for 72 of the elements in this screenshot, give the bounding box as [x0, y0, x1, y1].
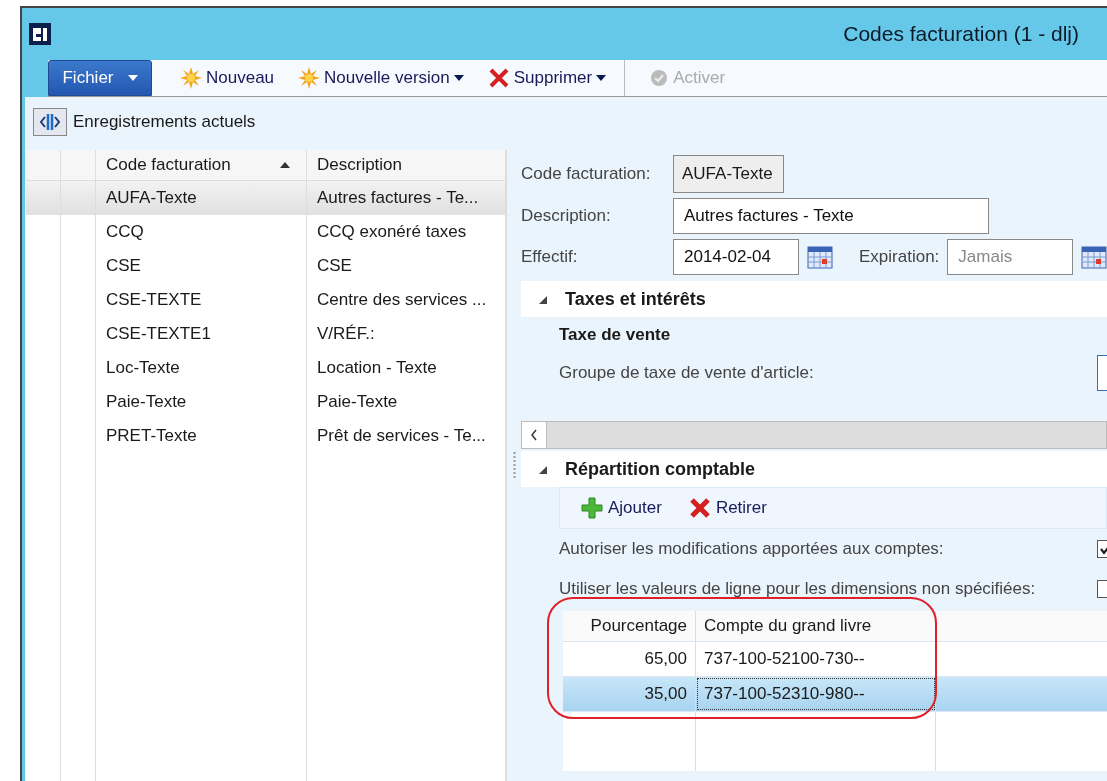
- calendar-icon[interactable]: [807, 245, 833, 269]
- record-row[interactable]: CSE CSE: [26, 249, 506, 283]
- group-title: Taxe de vente: [559, 324, 672, 346]
- record-row[interactable]: Paie-Texte Paie-Texte: [26, 385, 506, 419]
- sun-icon: [180, 67, 202, 89]
- table-cell: PRET-Texte: [96, 419, 307, 453]
- scroll-left-icon[interactable]: [530, 429, 538, 441]
- cross-icon: [687, 496, 712, 520]
- record-row[interactable]: CCQ CCQ exonéré taxes: [26, 215, 506, 249]
- record-row[interactable]: CSE-TEXTE Centre des services ...: [26, 283, 506, 317]
- table-cell: CSE: [96, 249, 307, 283]
- toolbar-button[interactable]: Nouvelle version: [288, 63, 474, 93]
- record-row[interactable]: Loc-Texte Location - Texte: [26, 351, 506, 385]
- record-row[interactable]: PRET-Texte Prêt de services - Te...: [26, 419, 506, 453]
- action-button[interactable]: Retirer: [687, 496, 767, 520]
- file-menu-button[interactable]: Fichier: [48, 60, 152, 96]
- collapse-icon: [537, 464, 547, 474]
- table-cell: AUFA-Texte: [96, 181, 307, 215]
- collapse-icon: [537, 294, 547, 304]
- field-label: Expiration:: [859, 247, 940, 267]
- split-arrows-icon: [39, 113, 61, 131]
- distribution-row[interactable]: 35,00 737-100-52310-980--: [563, 677, 1107, 712]
- description-field[interactable]: Autres factures - Texte: [673, 198, 989, 234]
- toolbar-button[interactable]: Supprimer: [477, 63, 617, 93]
- pane-toggle-button[interactable]: [33, 108, 67, 136]
- caret-icon: [127, 75, 138, 81]
- table-cell: Loc-Texte: [96, 351, 307, 385]
- app-logo-icon: [29, 23, 51, 45]
- view-label: Enregistrements actuels: [73, 112, 256, 132]
- record-row[interactable]: CSE-TEXTE1 V/RÉF.:: [26, 317, 506, 351]
- field-label: Effectif:: [521, 247, 579, 267]
- table-cell: Centre des services ...: [307, 283, 506, 317]
- field-label: Description:: [521, 206, 612, 226]
- toolbar-button[interactable]: Nouveau: [170, 63, 285, 93]
- column-header[interactable]: Pourcentage: [563, 611, 696, 641]
- horizontal-scrollbar[interactable]: [521, 421, 1107, 449]
- table-cell: Autres factures - Te...: [307, 181, 506, 215]
- date-field[interactable]: Jamais: [947, 239, 1074, 275]
- date-field[interactable]: 2014-02-04: [673, 239, 799, 275]
- column-header[interactable]: Description: [307, 150, 506, 180]
- cross-icon: [487, 67, 510, 89]
- table-cell: CSE-TEXTE1: [96, 317, 307, 351]
- calendar-icon[interactable]: [1081, 245, 1107, 269]
- table-cell: Paie-Texte: [96, 385, 307, 419]
- table-cell: CCQ exonéré taxes: [307, 215, 506, 249]
- table-cell: CSE-TEXTE: [96, 283, 307, 317]
- column-header[interactable]: Compte du grand livre: [696, 611, 936, 641]
- table-cell: V/RÉF.:: [307, 317, 506, 351]
- table-cell: CSE: [307, 249, 506, 283]
- option-label: Utiliser les valeurs de ligne pour les dimensions non spécifiées:: [559, 579, 1036, 599]
- window-title: Codes facturation (1 - dlj): [843, 22, 1079, 46]
- table-cell: 737-100-52100-730--: [696, 642, 936, 676]
- section-header[interactable]: Taxes et intérêts: [521, 281, 1107, 317]
- plus-icon: [580, 496, 604, 520]
- option-label: Autoriser les modifications apportées aux comptes:: [559, 539, 944, 559]
- table-cell: 737-100-52310-980--: [696, 677, 936, 711]
- field-label: Groupe de taxe de vente d'article:: [559, 363, 814, 383]
- table-cell: 65,00: [563, 642, 696, 676]
- column-header[interactable]: Code facturation: [96, 150, 307, 180]
- sun-icon: [298, 67, 321, 89]
- field-label: Code facturation:: [521, 164, 652, 184]
- record-row[interactable]: AUFA-Texte Autres factures - Te...: [26, 181, 506, 215]
- table-cell: Location - Texte: [307, 351, 506, 385]
- table-cell: Prêt de services - Te...: [307, 419, 506, 453]
- splitter-grip-icon[interactable]: [512, 452, 516, 478]
- action-button[interactable]: Ajouter: [580, 496, 662, 520]
- table-cell: 35,00: [563, 677, 696, 711]
- table-cell: CCQ: [96, 215, 307, 249]
- code-field: AUFA-Texte: [673, 155, 784, 193]
- table-cell: Paie-Texte: [307, 385, 506, 419]
- check-circle-icon: [649, 68, 670, 88]
- section-header[interactable]: Répartition comptable: [521, 451, 1107, 487]
